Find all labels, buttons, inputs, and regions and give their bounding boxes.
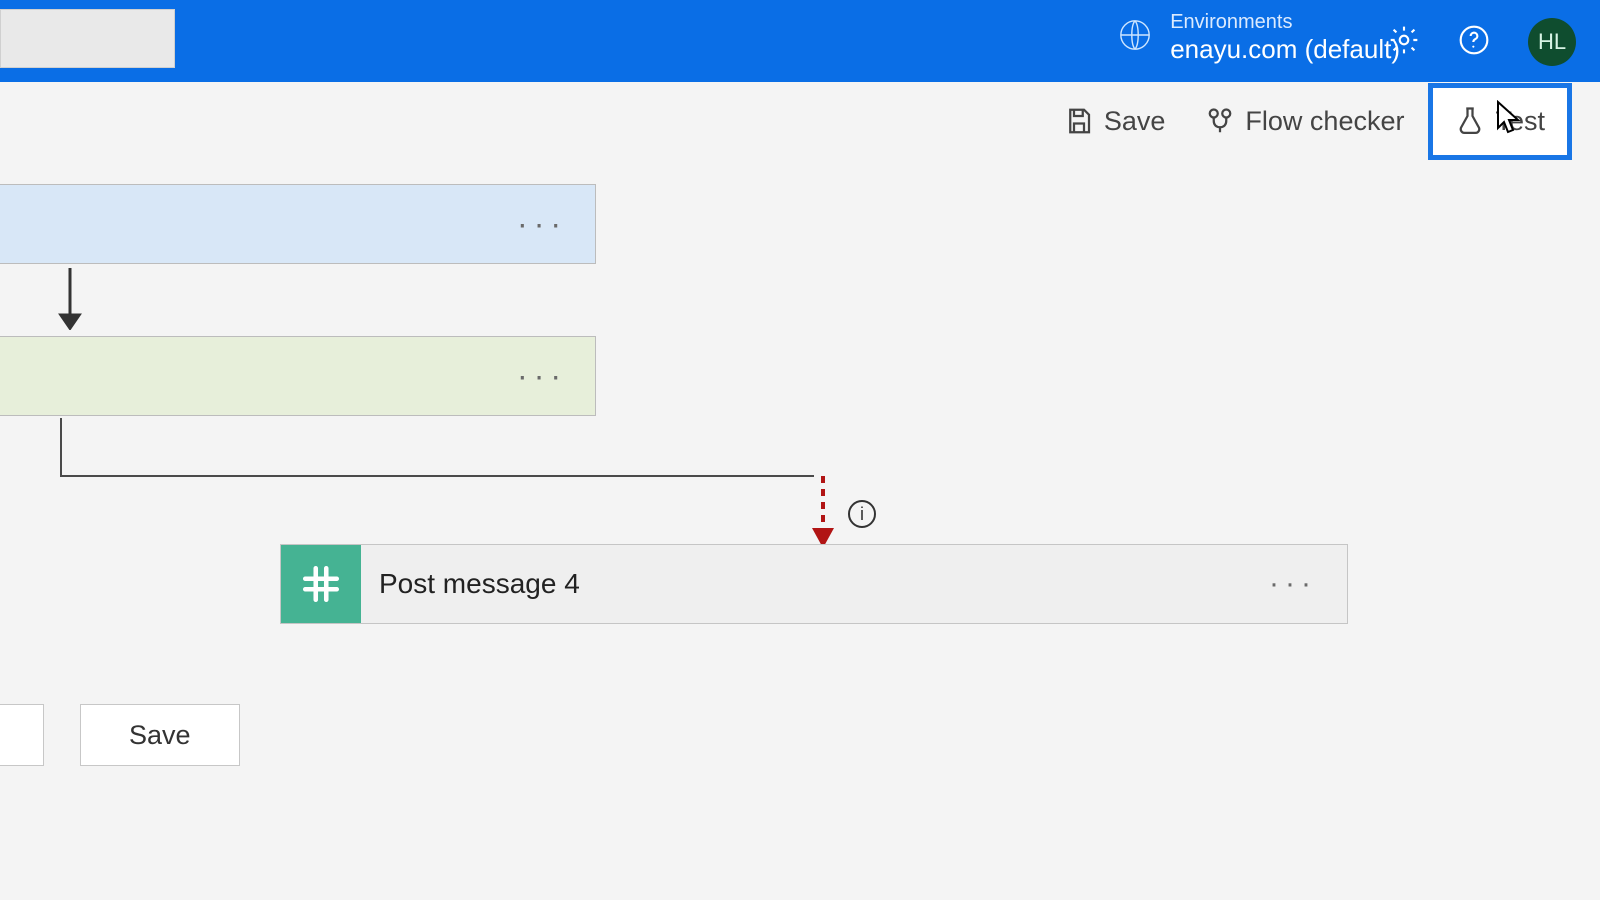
action-card-1[interactable]: ··· — [0, 336, 596, 416]
environment-text: Environments enayu.com (default) — [1170, 10, 1400, 65]
ellipsis-icon[interactable]: ··· — [517, 206, 567, 243]
save-button-bottom[interactable]: Save — [80, 704, 240, 766]
ellipsis-icon[interactable]: ··· — [1269, 567, 1317, 601]
environment-name: enayu.com (default) — [1170, 34, 1400, 65]
trigger-card[interactable]: ··· — [0, 184, 596, 264]
save-button-label: Save — [1104, 106, 1166, 137]
avatar-initials: HL — [1538, 29, 1566, 55]
connector-line — [60, 418, 62, 476]
globe-icon — [1118, 18, 1152, 57]
avatar[interactable]: HL — [1528, 18, 1576, 66]
flow-checker-label: Flow checker — [1245, 106, 1404, 137]
action-card-title: Post message 4 — [379, 568, 580, 600]
test-button[interactable]: Test — [1428, 83, 1572, 160]
save-button[interactable]: Save — [1048, 96, 1182, 147]
save-button-bottom-label: Save — [129, 720, 191, 751]
test-button-label: Test — [1495, 106, 1545, 137]
ellipsis-icon[interactable]: ··· — [517, 358, 567, 395]
connector-line — [60, 475, 814, 477]
environment-picker[interactable]: Environments enayu.com (default) — [1118, 10, 1400, 65]
editor-toolbar: Save Flow checker Test — [0, 82, 1600, 160]
info-icon[interactable]: i — [848, 500, 876, 528]
help-icon[interactable] — [1458, 24, 1490, 61]
previous-step-button[interactable] — [0, 704, 44, 766]
slack-channel-icon — [281, 545, 361, 623]
flow-canvas[interactable]: ··· ··· i Post message 4 ··· Save — [0, 160, 1600, 900]
bottom-button-row: Save — [0, 704, 240, 766]
arrow-down-icon — [55, 268, 85, 330]
search-input[interactable] — [0, 9, 175, 68]
action-card-post-message[interactable]: Post message 4 ··· — [280, 544, 1348, 624]
flow-checker-button[interactable]: Flow checker — [1189, 96, 1420, 147]
app-header: Environments enayu.com (default) HL — [0, 0, 1600, 82]
dashed-arrow-icon — [808, 476, 838, 554]
environment-label: Environments — [1170, 10, 1400, 34]
gear-icon[interactable] — [1388, 24, 1420, 61]
